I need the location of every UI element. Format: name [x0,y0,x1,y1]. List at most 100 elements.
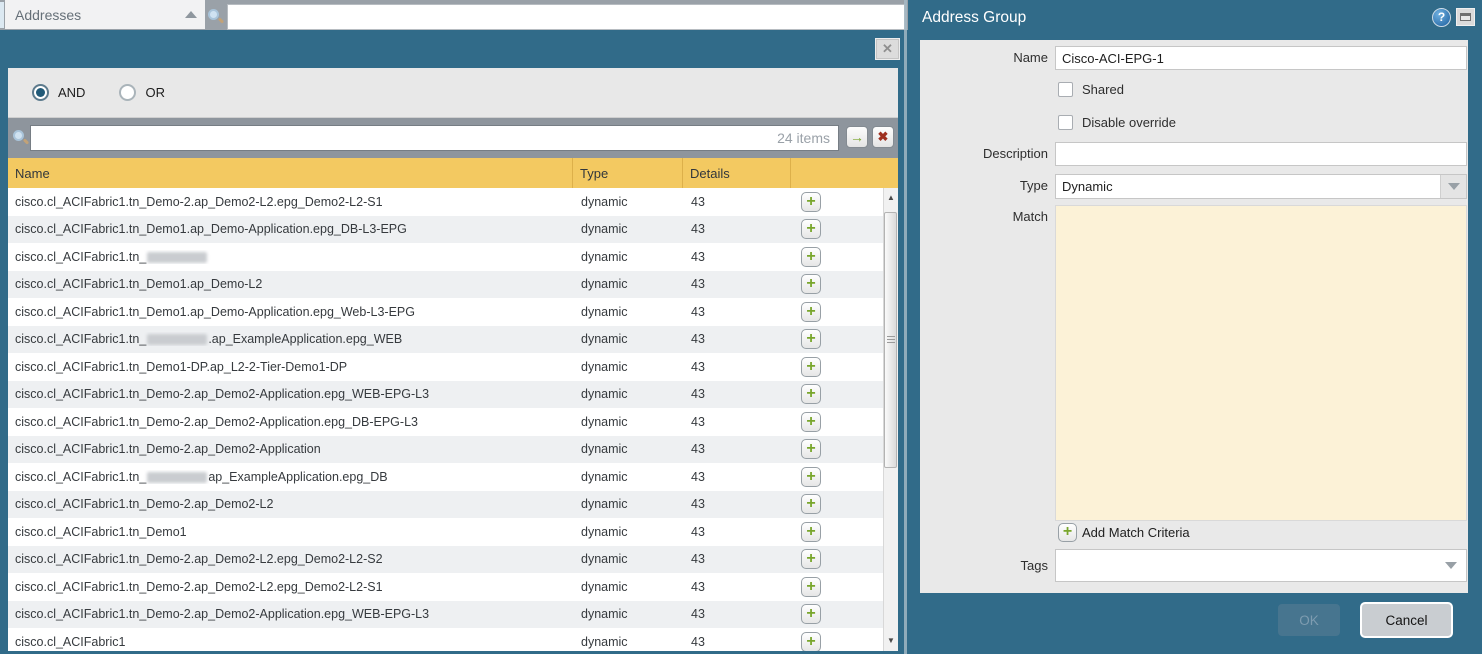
add-address-icon[interactable]: + [801,467,821,487]
add-address-icon[interactable]: + [801,247,821,267]
table-row[interactable]: cisco.cl_ACIFabric1.tn_Demo1.ap_Demo-L2 … [8,271,883,299]
add-address-icon[interactable]: + [801,412,821,432]
address-details: 43 [683,277,791,291]
table-row[interactable]: cisco.cl_ACIFabric1.tn_.ap_ExampleApplic… [8,326,883,354]
address-name: cisco.cl_ACIFabric1.tn_ap_ExampleApplica… [8,470,573,484]
table-row[interactable]: cisco.cl_ACIFabric1 dynamic 43 + [8,628,883,651]
address-details: 43 [683,607,791,621]
table-row[interactable]: cisco.cl_ACIFabric1.tn_Demo-2.ap_Demo2-L… [8,573,883,601]
table-row[interactable]: cisco.cl_ACIFabric1.tn_Demo1.ap_Demo-App… [8,298,883,326]
add-address-icon[interactable]: + [801,577,821,597]
type-select-value: Dynamic [1056,179,1440,194]
add-address-icon[interactable]: + [801,219,821,239]
table-row[interactable]: cisco.cl_ACIFabric1.tn_Demo1.ap_Demo-App… [8,216,883,244]
cancel-button[interactable]: Cancel [1360,602,1453,638]
address-details: 43 [683,415,791,429]
disable-override-checkbox[interactable] [1058,115,1073,130]
shared-checkbox[interactable] [1058,82,1073,97]
address-type: dynamic [573,360,683,374]
address-name: cisco.cl_ACIFabric1.tn_Demo-2.ap_Demo2-A… [8,415,573,429]
add-address-icon[interactable]: + [801,274,821,294]
table-scrollbar[interactable]: ▲ ▼ [883,188,898,651]
table-row[interactable]: cisco.cl_ACIFabric1.tn_Demo-2.ap_Demo2-A… [8,381,883,409]
address-details: 43 [683,250,791,264]
table-row[interactable]: cisco.cl_ACIFabric1.tn_Demo-2.ap_Demo2-L… [8,546,883,574]
address-name: cisco.cl_ACIFabric1.tn_Demo1-DP.ap_L2-2-… [8,360,573,374]
popup-close-icon[interactable]: ✕ [876,39,899,59]
type-label: Type [920,178,1048,193]
table-row[interactable]: cisco.cl_ACIFabric1.tn_Demo-2.ap_Demo2-L… [8,188,883,216]
collapse-arrow-icon[interactable] [185,11,197,18]
help-icon[interactable]: ? [1432,8,1451,27]
address-details: 43 [683,222,791,236]
table-row[interactable]: cisco.cl_ACIFabric1.tn_Demo1 dynamic 43 … [8,518,883,546]
table-row[interactable]: cisco.cl_ACIFabric1.tn_ dynamic 43 + [8,243,883,271]
table-row[interactable]: cisco.cl_ACIFabric1.tn_Demo-2.ap_Demo2-L… [8,491,883,519]
address-name: cisco.cl_ACIFabric1.tn_Demo-2.ap_Demo2-A… [8,607,573,621]
ok-button[interactable]: OK [1278,604,1340,636]
address-name: cisco.cl_ACIFabric1 [8,635,573,649]
column-header-name[interactable]: Name [8,158,573,188]
column-header-details[interactable]: Details [683,158,791,188]
address-type: dynamic [573,195,683,209]
panel-divider [904,0,907,654]
address-type: dynamic [573,277,683,291]
address-details: 43 [683,360,791,374]
column-header-actions [791,158,898,188]
table-row[interactable]: cisco.cl_ACIFabric1.tn_ap_ExampleApplica… [8,463,883,491]
and-radio[interactable]: AND [32,84,85,101]
address-type: dynamic [573,250,683,264]
top-bar: Addresses [0,0,908,30]
add-address-icon[interactable]: + [801,357,821,377]
add-address-icon[interactable]: + [801,604,821,624]
address-name: cisco.cl_ACIFabric1.tn_Demo-2.ap_Demo2-L… [8,497,573,511]
apply-filter-button[interactable]: → [846,126,868,148]
scroll-up-icon[interactable]: ▲ [884,190,898,206]
column-header-type[interactable]: Type [573,158,683,188]
logic-operator-bar: AND OR [8,68,898,118]
address-details: 43 [683,332,791,346]
add-address-icon[interactable]: + [801,632,821,651]
name-field[interactable] [1055,46,1467,70]
scroll-down-icon[interactable]: ▼ [884,633,898,649]
table-row[interactable]: cisco.cl_ACIFabric1.tn_Demo-2.ap_Demo2-A… [8,436,883,464]
address-details: 43 [683,442,791,456]
address-name: cisco.cl_ACIFabric1.tn_.ap_ExampleApplic… [8,332,573,346]
add-address-icon[interactable]: + [801,302,821,322]
add-address-icon[interactable]: + [801,192,821,212]
add-address-icon[interactable]: + [801,494,821,514]
or-radio[interactable]: OR [119,84,165,101]
table-row[interactable]: cisco.cl_ACIFabric1.tn_Demo1-DP.ap_L2-2-… [8,353,883,381]
shared-label: Shared [1082,82,1124,97]
add-address-icon[interactable]: + [801,549,821,569]
address-type: dynamic [573,332,683,346]
address-details: 43 [683,387,791,401]
address-details: 43 [683,470,791,484]
address-details: 43 [683,580,791,594]
window-maximize-icon[interactable] [1456,8,1475,26]
add-address-icon[interactable]: + [801,439,821,459]
tags-select[interactable] [1055,549,1467,582]
address-selection-popup: AND OR 24 items → ✖ Name Type Details ci… [8,68,898,651]
address-details: 43 [683,635,791,649]
table-row[interactable]: cisco.cl_ACIFabric1.tn_Demo-2.ap_Demo2-A… [8,601,883,629]
add-address-icon[interactable]: + [801,522,821,542]
address-type: dynamic [573,470,683,484]
address-type: dynamic [573,525,683,539]
add-address-icon[interactable]: + [801,384,821,404]
top-search-input[interactable] [227,4,905,30]
description-field[interactable] [1055,142,1467,166]
match-textarea[interactable] [1055,205,1467,521]
cropped-ui-sliver [0,2,4,28]
add-address-icon[interactable]: + [801,329,821,349]
clear-filter-button[interactable]: ✖ [872,126,894,148]
address-name: cisco.cl_ACIFabric1.tn_Demo-2.ap_Demo2-L… [8,552,573,566]
table-row[interactable]: cisco.cl_ACIFabric1.tn_Demo-2.ap_Demo2-A… [8,408,883,436]
add-match-criteria-button[interactable]: + Add Match Criteria [1058,523,1190,542]
match-label: Match [920,209,1048,224]
filter-input[interactable] [31,126,777,150]
scrollbar-thumb[interactable] [884,212,897,468]
address-details: 43 [683,552,791,566]
type-select[interactable]: Dynamic [1055,174,1467,199]
addresses-type-dropdown[interactable]: Addresses [5,0,205,29]
